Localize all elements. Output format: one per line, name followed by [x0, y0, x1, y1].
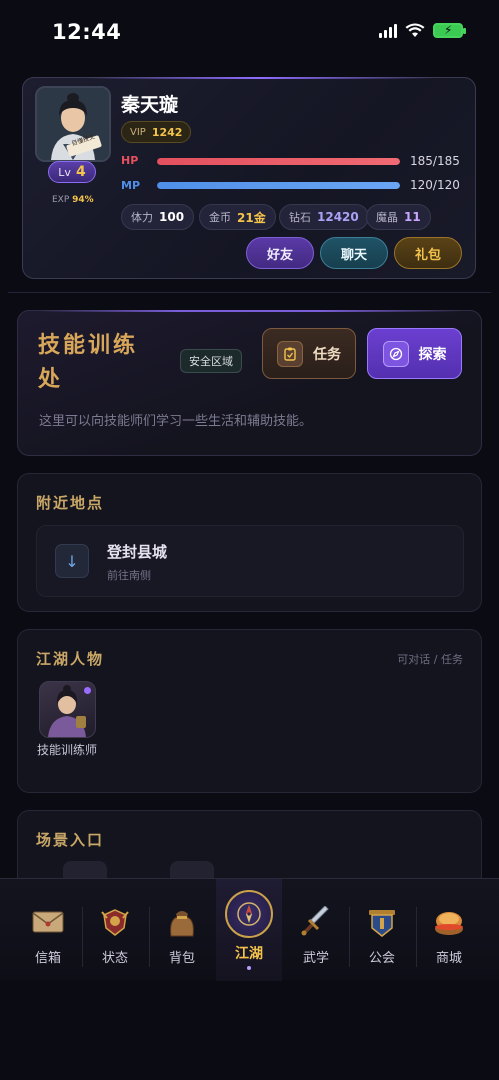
nearby-place-item[interactable]: ↓ 登封县城 前往南侧 [36, 525, 464, 597]
explore-icon [382, 340, 409, 367]
nav-mail-label: 信箱 [34, 951, 61, 966]
stat-gold: 金币 21金 [199, 204, 276, 230]
shop-icon [432, 905, 466, 939]
characters-hint: 可对话 / 任务 [397, 653, 463, 666]
hp-bar-fill [157, 158, 400, 165]
bag-icon [165, 905, 199, 939]
hp-label: HP [121, 154, 139, 167]
clipboard-icon [277, 340, 303, 367]
bottom-nav: 信箱 状态 背包 江湖 武学 公会 商城 [0, 878, 499, 981]
nav-guild[interactable]: 公会 [349, 879, 415, 981]
nav-shop-label: 商城 [435, 951, 462, 966]
vip-label: VIP [130, 126, 146, 138]
mail-icon [31, 905, 65, 939]
gift-button[interactable]: 礼包 [394, 237, 462, 269]
task-button[interactable]: 任务 [262, 328, 356, 379]
explore-button[interactable]: 探索 [367, 328, 462, 379]
stat-crystal: 魔晶 11 [366, 204, 431, 230]
mp-bar [157, 182, 400, 189]
exp-value: 94% [72, 195, 94, 205]
nav-status[interactable]: 状态 [82, 879, 148, 981]
location-title: 技能训练处 [38, 333, 139, 392]
status-icons: ⚡ [379, 22, 466, 38]
scenes-title: 场景入口 [36, 831, 105, 849]
section-divider [8, 292, 491, 293]
nav-martial-label: 武学 [302, 951, 329, 966]
battery-icon: ⚡ [433, 22, 466, 38]
vip-badge[interactable]: VIP 1242 [121, 121, 192, 143]
stat-stamina-label: 体力 [131, 211, 153, 224]
stat-crystal-value: 11 [404, 210, 421, 224]
characters-panel: 江湖人物 可对话 / 任务 技能训练师 [17, 629, 482, 793]
nav-mail[interactable]: 信箱 [15, 879, 81, 981]
compass-icon [225, 890, 273, 938]
exp-label: EXP [52, 195, 70, 205]
level-value: 4 [75, 164, 86, 180]
nav-martial[interactable]: 武学 [283, 879, 349, 981]
nav-bag-label: 背包 [168, 951, 195, 966]
avatar-portrait [37, 88, 109, 160]
explore-button-label: 探索 [418, 346, 447, 363]
nav-status-label: 状态 [101, 951, 128, 966]
wifi-icon [405, 23, 425, 37]
hp-value: 185/185 [410, 154, 460, 168]
level-label: Lv [58, 165, 71, 179]
status-icon [98, 905, 132, 939]
place-name: 登封县城 [107, 543, 168, 561]
location-description: 这里可以向技能师们学习一些生活和辅助技能。 [39, 414, 313, 429]
player-name: 秦天璇 [121, 94, 179, 116]
safe-zone-badge: 安全区域 [180, 349, 242, 373]
mp-value: 120/120 [410, 178, 460, 192]
vip-value: 1242 [151, 125, 183, 139]
player-avatar[interactable]: 目懂技文 [35, 86, 111, 162]
npc-online-dot [84, 687, 91, 694]
status-time: 12:44 [52, 20, 122, 44]
nav-guild-label: 公会 [368, 951, 395, 966]
mp-bar-fill [157, 182, 400, 189]
nav-jianghu-label: 江湖 [235, 946, 263, 962]
profile-card: 目懂技文 Lv 4 EXP 94% 秦天璇 VIP 1242 HP 185/18… [22, 77, 476, 279]
place-direction: 前往南侧 [107, 569, 151, 582]
stat-stamina-value: 100 [159, 210, 185, 224]
friends-button[interactable]: 好友 [246, 237, 314, 269]
characters-title: 江湖人物 [36, 650, 105, 668]
mp-label: MP [121, 179, 141, 192]
hp-bar [157, 158, 400, 165]
nav-shop[interactable]: 商城 [416, 879, 482, 981]
guild-icon [365, 905, 399, 939]
stat-diamond-label: 钻石 [289, 211, 311, 224]
nearby-panel: 附近地点 ↓ 登封县城 前往南侧 [17, 473, 482, 612]
stat-stamina: 体力 100 [121, 204, 195, 230]
stat-gold-label: 金币 [209, 211, 231, 224]
stat-crystal-label: 魔晶 [376, 211, 398, 224]
location-card: 技能训练处 安全区域 任务 探索 这里可以向技能师们学习一些生活和辅助技能。 [17, 310, 482, 456]
stat-gold-value: 21金 [237, 210, 266, 225]
level-badge: Lv 4 [48, 161, 96, 183]
sword-icon [299, 905, 333, 939]
task-button-label: 任务 [313, 346, 341, 363]
stat-diamond-value: 12420 [317, 210, 359, 224]
chat-button[interactable]: 聊天 [320, 237, 388, 269]
npc-name[interactable]: 技能训练师 [36, 742, 98, 758]
signal-icon [379, 22, 397, 38]
nav-bag[interactable]: 背包 [149, 879, 215, 981]
nav-jianghu[interactable]: 江湖 [216, 879, 282, 981]
arrow-down-icon: ↓ [55, 544, 89, 578]
stat-diamond: 钻石 12420 [279, 204, 369, 230]
exp-display: EXP 94% [52, 195, 94, 205]
nav-active-dot [247, 966, 251, 970]
nearby-title: 附近地点 [36, 494, 105, 512]
